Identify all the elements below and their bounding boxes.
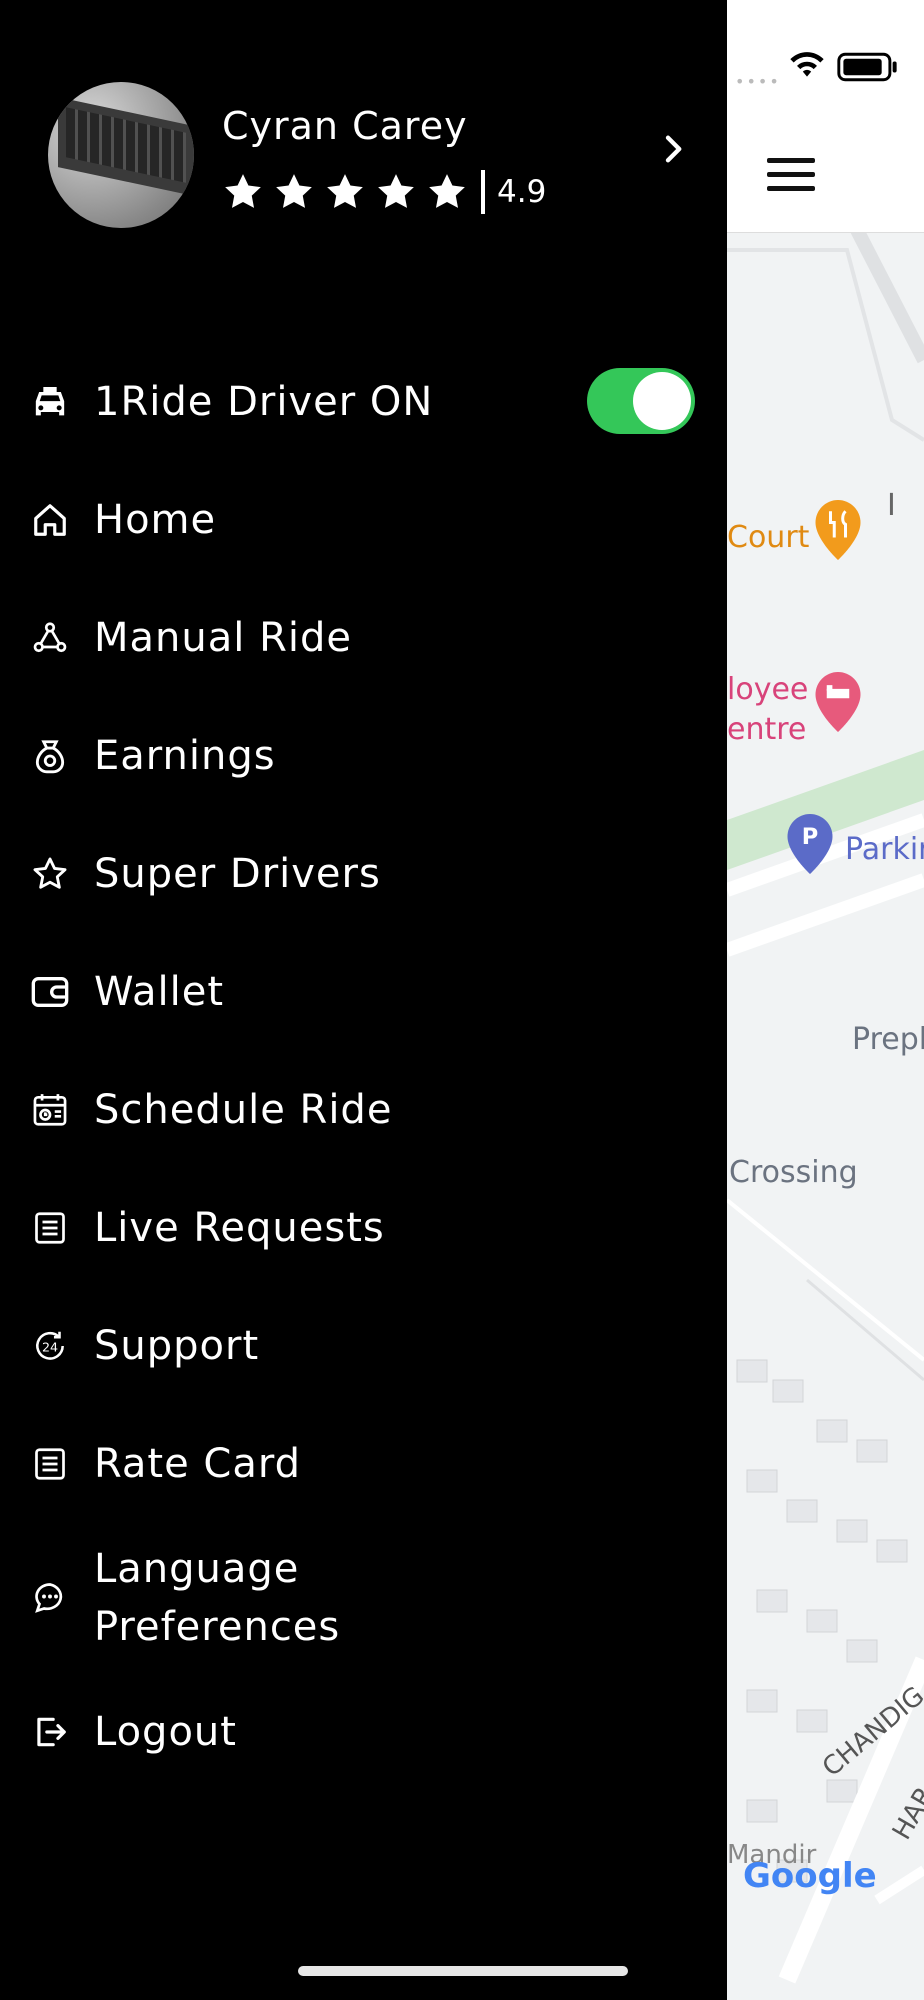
lodging-pin-icon — [815, 672, 861, 732]
menu-item-rate-card[interactable]: Rate Card — [30, 1405, 695, 1523]
menu-item-live-requests[interactable]: Live Requests — [30, 1169, 695, 1287]
driver-status-row: 1Ride Driver ON — [30, 343, 695, 461]
menu-item-label: Wallet — [94, 969, 225, 1015]
list-icon — [30, 1444, 70, 1484]
logout-icon — [30, 1712, 70, 1752]
map-label-partial: I — [887, 488, 896, 523]
rating-value: 4.9 — [497, 174, 547, 210]
star-icon — [327, 174, 363, 208]
google-logo: Google — [743, 1856, 877, 1896]
menu-item-manual-ride[interactable]: Manual Ride — [30, 579, 695, 697]
menu-item-schedule-ride[interactable]: Schedule Ride — [30, 1051, 695, 1169]
avatar — [48, 82, 194, 228]
restaurant-pin-icon — [815, 500, 861, 560]
menu-item-wallet[interactable]: Wallet — [30, 933, 695, 1051]
home-indicator[interactable] — [298, 1966, 628, 1976]
menu-item-super-drivers[interactable]: Super Drivers — [30, 815, 695, 933]
svg-text:24: 24 — [42, 1340, 58, 1355]
menu-hamburger-icon[interactable] — [767, 158, 815, 194]
star-icon — [276, 174, 312, 208]
map-label-court: Court — [727, 520, 810, 555]
profile-header[interactable]: Cyran Carey 4.9 — [48, 82, 698, 230]
driver-status-toggle[interactable] — [587, 368, 695, 434]
money-bag-icon — [30, 736, 70, 776]
support-24-icon: 24 — [30, 1326, 70, 1366]
menu-item-label: Schedule Ride — [94, 1087, 393, 1133]
menu-item-earnings[interactable]: Earnings — [30, 697, 695, 815]
home-icon — [30, 500, 70, 540]
map-label-employee-2: entre — [727, 712, 807, 747]
navigation-drawer: Cyran Carey 4.9 1Ride Driver ON Home Man… — [0, 0, 727, 2000]
driver-status-label: 1Ride Driver ON — [94, 379, 434, 425]
map-top-bar: •••• — [727, 0, 924, 233]
parking-pin-icon: P — [787, 814, 833, 874]
menu-item-language-preferences[interactable]: Language Preferences — [30, 1523, 695, 1673]
profile-name: Cyran Carey — [222, 104, 468, 148]
menu-item-label: Manual Ride — [94, 615, 352, 661]
star-icon — [429, 174, 465, 208]
chat-bubble-icon — [30, 1578, 70, 1618]
map-label-crossing: Crossing — [729, 1155, 858, 1190]
map-panel[interactable]: •••• Court I loyee entre P Parkir Prepl … — [727, 0, 924, 2000]
map-label-prepl: Prepl — [852, 1022, 924, 1057]
menu-item-label: Live Requests — [94, 1205, 385, 1251]
rating-row: 4.9 — [222, 170, 546, 214]
menu-item-label: Logout — [94, 1709, 237, 1755]
menu-item-home[interactable]: Home — [30, 461, 695, 579]
rating-divider — [481, 170, 485, 214]
map-label-employee-1: loyee — [727, 672, 809, 707]
menu-item-label: Super Drivers — [94, 851, 381, 897]
wallet-icon — [30, 972, 70, 1012]
chevron-right-icon[interactable] — [658, 134, 688, 164]
menu-item-support[interactable]: 24 Support — [30, 1287, 695, 1405]
menu-item-label: Language Preferences — [94, 1546, 341, 1650]
menu-item-label: Earnings — [94, 733, 276, 779]
menu-item-label: Support — [94, 1323, 260, 1369]
star-icon — [30, 854, 70, 894]
menu-item-label: Home — [94, 497, 217, 543]
star-icon — [225, 174, 261, 208]
menu-item-label: Rate Card — [94, 1441, 302, 1487]
star-icon — [378, 174, 414, 208]
map-label-parking: Parkir — [845, 832, 924, 867]
drawer-menu: 1Ride Driver ON Home Manual Ride Earning… — [30, 343, 695, 1791]
wifi-icon — [790, 52, 824, 77]
network-icon — [30, 618, 70, 658]
calendar-icon — [30, 1090, 70, 1130]
signal-dots: •••• — [735, 72, 781, 91]
svg-text:P: P — [802, 824, 819, 850]
list-icon — [30, 1208, 70, 1248]
taxi-icon — [30, 382, 70, 422]
menu-item-logout[interactable]: Logout — [30, 1673, 695, 1791]
battery-icon — [837, 52, 897, 82]
